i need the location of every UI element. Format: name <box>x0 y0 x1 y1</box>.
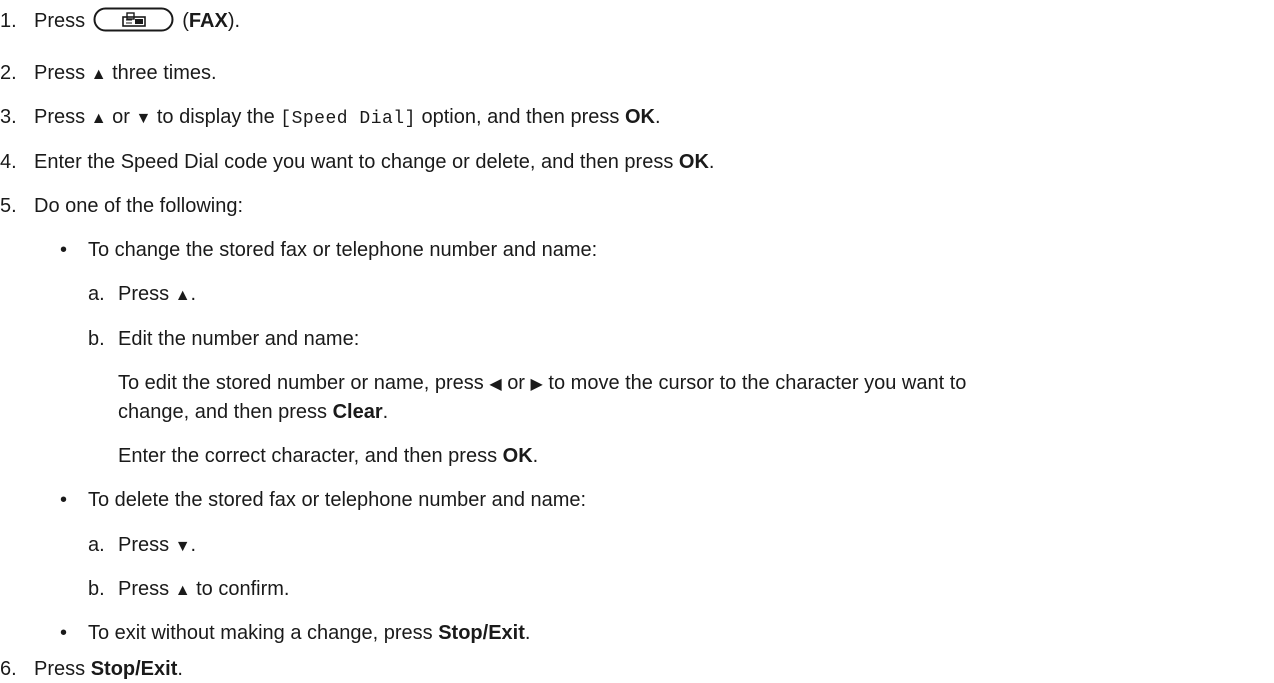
bullet: • <box>60 489 68 511</box>
step-number: 6. <box>0 658 17 680</box>
stop-exit-key: Stop/Exit <box>90 658 178 680</box>
option-exit: • To exit without making a change, press … <box>34 621 530 645</box>
up-arrow-icon: ▲ <box>90 66 107 83</box>
fax-button-icon <box>93 7 175 32</box>
step-4: 4. Enter the Speed Dial code you want to … <box>0 151 715 173</box>
instructions-page: 1. Press (FAX). 2. Press ▲ three times. 3.… <box>0 0 1274 683</box>
up-arrow-icon: ▲ <box>174 287 191 304</box>
step-number: 4. <box>0 151 17 173</box>
step-3: 3. Press ▲ or ▼ to display the [Speed Dia… <box>0 106 661 129</box>
step-number: 5. <box>0 195 17 217</box>
option-change-b-para1-cont: change, and then press Clear. <box>118 401 389 423</box>
step-5: 5. Do one of the following: <box>0 195 244 217</box>
stop-exit-key: Stop/Exit <box>438 622 525 644</box>
up-arrow-icon: ▲ <box>90 110 107 127</box>
down-arrow-icon: ▼ <box>135 110 152 127</box>
step-number: 3. <box>0 106 17 128</box>
option-change-b-para1: To edit the stored number or name, press… <box>118 372 967 394</box>
bullet: • <box>60 622 68 644</box>
option-change-b: b. Edit the number and name: <box>88 328 360 350</box>
down-arrow-icon: ▼ <box>174 538 191 555</box>
step-2: 2. Press ▲ three times. <box>0 62 217 84</box>
clear-key: Clear <box>332 401 383 423</box>
bullet: • <box>60 239 68 261</box>
option-delete: • To delete the stored fax or telephone n… <box>34 488 586 512</box>
left-arrow-icon: ◀ <box>489 376 502 393</box>
step-6: 6. Press Stop/Exit. <box>0 658 183 680</box>
fax-label: FAX <box>188 10 228 32</box>
speed-dial-option: [Speed Dial] <box>280 109 416 129</box>
sub-step-label: a. <box>88 534 105 556</box>
option-change-a: a. Press ▲. <box>88 283 197 305</box>
option-change: • To change the stored fax or telephone n… <box>34 238 597 262</box>
ok-key: OK <box>678 151 709 173</box>
option-delete-b: b. Press ▲ to confirm. <box>88 578 290 600</box>
right-arrow-icon: ▶ <box>530 376 543 393</box>
sub-step-label: a. <box>88 283 105 305</box>
ok-key: OK <box>624 106 655 128</box>
step-number: 1. <box>0 10 17 32</box>
option-delete-a: a. Press ▼. <box>88 534 197 556</box>
up-arrow-icon: ▲ <box>174 582 191 599</box>
ok-key: OK <box>502 445 533 467</box>
option-change-b-para2: Enter the correct character, and then pr… <box>118 445 539 467</box>
step-1: 1. Press (FAX). <box>0 7 240 32</box>
sub-step-label: b. <box>88 328 105 350</box>
step-number: 2. <box>0 62 17 84</box>
sub-step-label: b. <box>88 578 105 600</box>
